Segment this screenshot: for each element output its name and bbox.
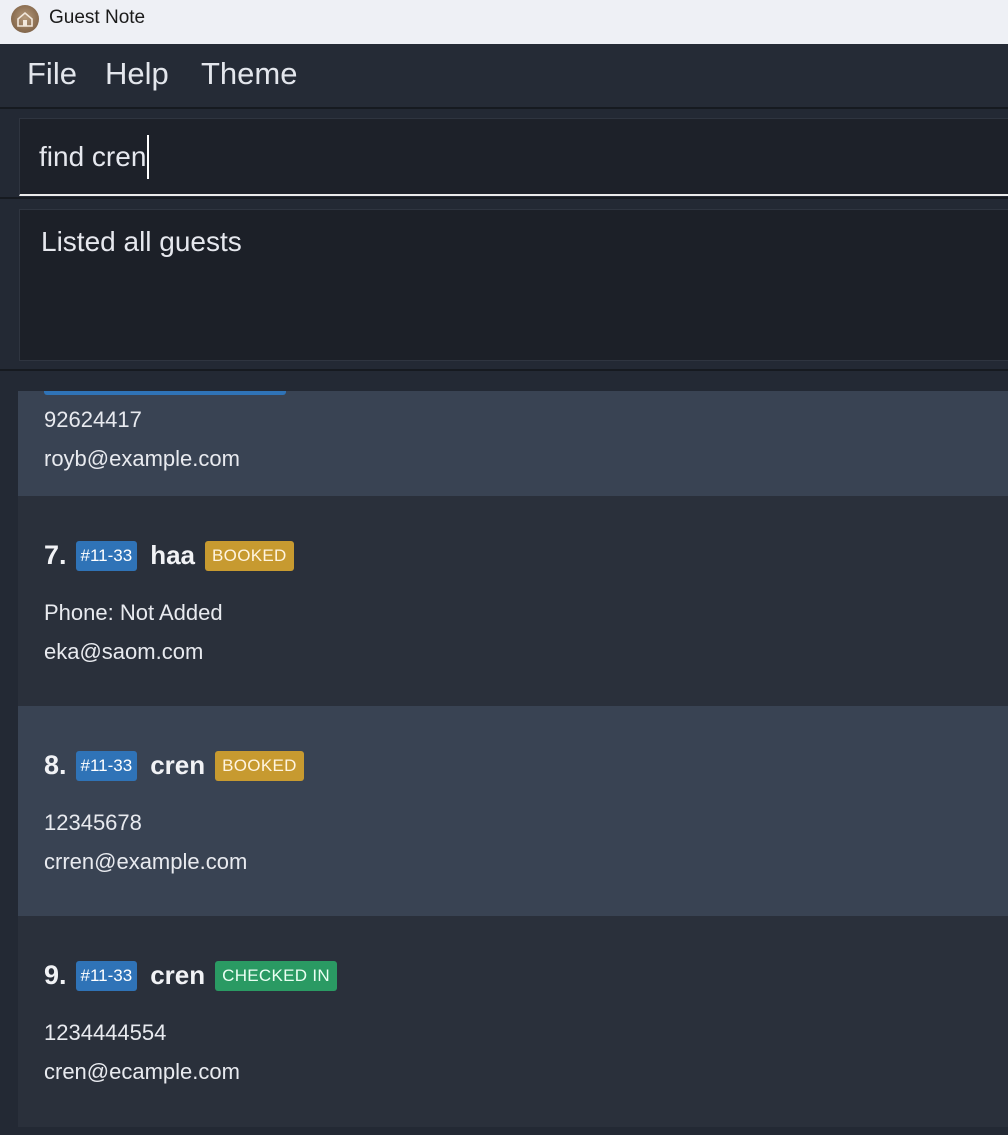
guest-index: 8. (44, 750, 67, 780)
guest-name: cren (150, 960, 206, 990)
room-tag: #11-33 (75, 540, 138, 571)
window-title: Guest Note (49, 7, 146, 28)
menu-theme[interactable]: Theme (201, 56, 297, 92)
result-panel: Listed all guests (0, 199, 1008, 369)
guest-card-header: 9. #11-33 cren CHECKED IN (44, 960, 337, 991)
guest-list[interactable]: 92624417 royb@example.com 7. #11-33 haa … (18, 391, 1008, 1127)
guest-email: crren@example.com (44, 849, 248, 874)
guest-email: eka@saom.com (44, 639, 204, 664)
command-input[interactable]: find cren (19, 118, 1008, 196)
guest-phone: Phone: Not Added (44, 600, 223, 625)
command-panel: find cren (0, 109, 1008, 197)
guest-card-header: 8. #11-33 cren BOOKED (44, 750, 304, 781)
result-display: Listed all guests (19, 209, 1008, 361)
guest-index: 9. (44, 960, 67, 990)
guest-card[interactable]: 7. #11-33 haa BOOKED Phone: Not Added ek… (18, 496, 1008, 706)
status-badge: BOOKED (215, 750, 304, 781)
command-input-value: find cren (39, 141, 147, 172)
room-tag: #11-33 (75, 960, 138, 991)
guest-card[interactable]: 8. #11-33 cren BOOKED 12345678 crren@exa… (18, 706, 1008, 916)
result-message: Listed all guests (41, 226, 242, 257)
guest-card-header: 7. #11-33 haa BOOKED (44, 540, 294, 571)
guest-phone: 12345678 (44, 810, 142, 835)
guest-card[interactable]: 9. #11-33 cren CHECKED IN 1234444554 cre… (18, 916, 1008, 1127)
guest-email: cren@ecample.com (44, 1059, 240, 1084)
title-bar: Guest Note (0, 0, 1008, 44)
room-tag-partial (44, 391, 286, 395)
menu-file[interactable]: File (27, 56, 77, 92)
guest-name: cren (150, 750, 206, 780)
text-caret (147, 135, 150, 179)
menu-bar: File Help Theme (0, 44, 1008, 107)
guest-phone: 92624417 (44, 407, 142, 432)
guest-phone: 1234444554 (44, 1020, 167, 1045)
menu-help[interactable]: Help (105, 56, 169, 92)
status-badge: BOOKED (205, 540, 294, 571)
guest-email: royb@example.com (44, 446, 240, 471)
guest-name: haa (150, 540, 196, 570)
room-tag: #11-33 (75, 750, 138, 781)
hotel-logo-icon (11, 5, 39, 33)
guest-index: 7. (44, 540, 67, 570)
guest-list-panel: 92624417 royb@example.com 7. #11-33 haa … (0, 371, 1008, 1135)
status-badge: CHECKED IN (215, 960, 337, 991)
guest-card[interactable]: 92624417 royb@example.com (18, 391, 1008, 496)
